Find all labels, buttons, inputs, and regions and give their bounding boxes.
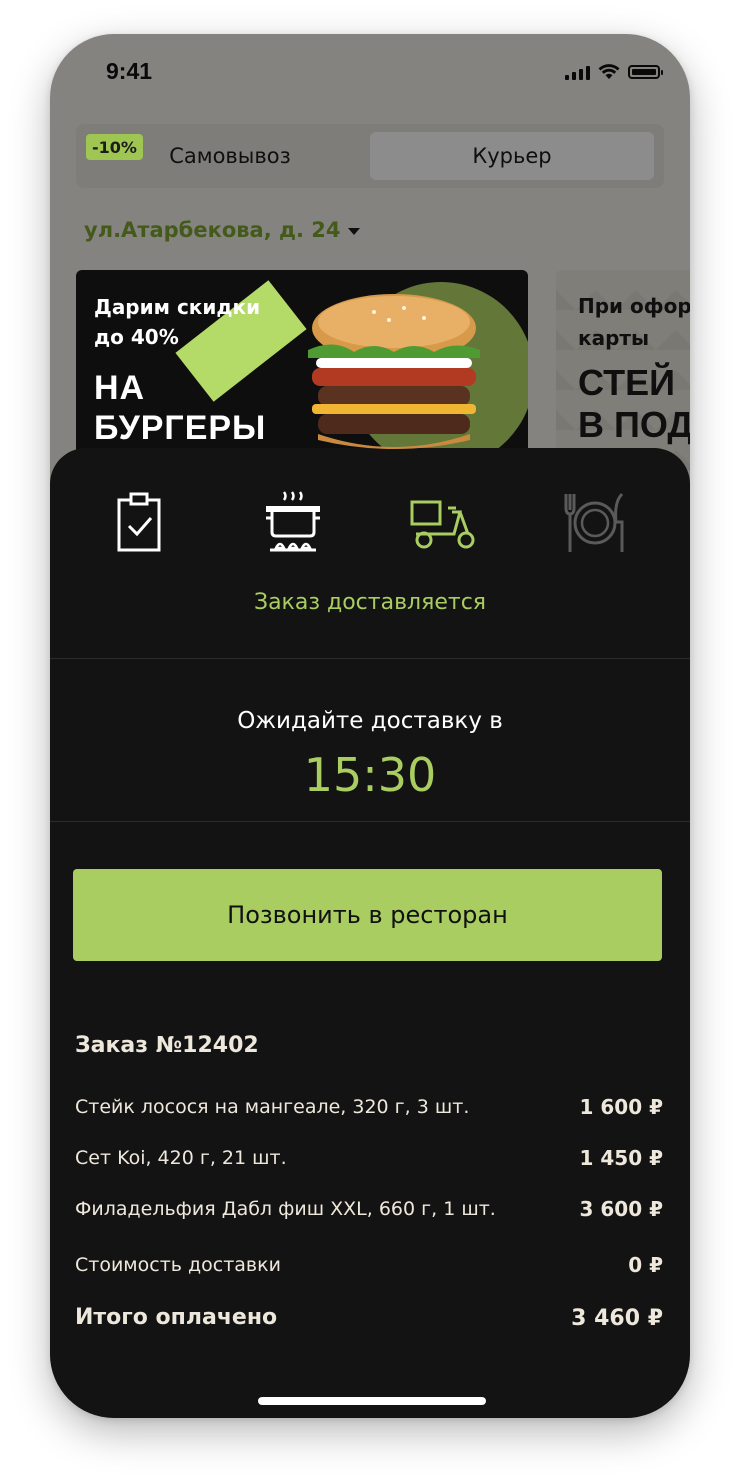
delivery-cost-row: Стоимость доставки 0 ₽ bbox=[75, 1253, 663, 1277]
total-value: 3 460 ₽ bbox=[571, 1306, 663, 1331]
order-item-name: Стейк лосося на мангеале, 320 г, 3 шт. bbox=[75, 1096, 470, 1118]
order-item-price: 1 450 ₽ bbox=[579, 1146, 663, 1170]
clipboard-check-icon bbox=[117, 492, 161, 552]
order-progress-steps bbox=[50, 488, 690, 558]
plate-cutlery-icon bbox=[564, 492, 624, 552]
call-restaurant-button[interactable]: Позвонить в ресторан bbox=[73, 869, 662, 961]
order-item-row: Филадельфия Дабл фиш XXL, 660 г, 1 шт. 3… bbox=[75, 1197, 663, 1221]
promo-title-line1: НА bbox=[94, 369, 146, 407]
promo-subtitle-line1: Дарим скидки bbox=[94, 295, 261, 319]
promo-title-line2: БУРГЕРЫ bbox=[94, 409, 267, 447]
eta-time: 15:30 bbox=[303, 748, 437, 802]
promo-subtitle-line2: до 40% bbox=[94, 325, 179, 349]
delivery-cost-label: Стоимость доставки bbox=[75, 1254, 281, 1276]
total-label: Итого оплачено bbox=[75, 1305, 278, 1330]
delivery-scooter-icon bbox=[410, 500, 475, 549]
order-status-sheet: Заказ доставляется Ожидайте доставку в 1… bbox=[50, 448, 690, 1418]
order-item-price: 1 600 ₽ bbox=[579, 1095, 663, 1119]
order-item-name: Сет Koi, 420 г, 21 шт. bbox=[75, 1147, 287, 1169]
phone-screen: 9:41 -10% Самовывоз Курьер ул.Атарбекова… bbox=[50, 34, 690, 1418]
cooking-pot-icon bbox=[266, 491, 320, 552]
divider-bottom bbox=[50, 821, 690, 822]
order-item-row: Сет Koi, 420 г, 21 шт. 1 450 ₽ bbox=[75, 1146, 663, 1170]
order-item-name: Филадельфия Дабл фиш XXL, 660 г, 1 шт. bbox=[75, 1198, 496, 1220]
divider-top bbox=[50, 658, 690, 659]
order-item-price: 3 600 ₽ bbox=[579, 1197, 663, 1221]
total-row: Итого оплачено 3 460 ₽ bbox=[75, 1305, 663, 1332]
eta-label: Ожидайте доставку в bbox=[237, 708, 503, 734]
order-number-title: Заказ №12402 bbox=[75, 1033, 259, 1058]
home-indicator[interactable] bbox=[258, 1397, 486, 1405]
promo-subtitle: Дарим скидки до 40% bbox=[94, 292, 260, 352]
delivery-cost-value: 0 ₽ bbox=[628, 1253, 663, 1277]
order-status-text: Заказ доставляется bbox=[253, 590, 487, 615]
promo-banner-burgers[interactable]: Дарим скидки до 40% НА БУРГЕРЫ bbox=[76, 270, 528, 470]
discount-badge: -10% bbox=[86, 134, 143, 160]
order-item-row: Стейк лосося на мангеале, 320 г, 3 шт. 1… bbox=[75, 1095, 663, 1119]
promo-title: НА БУРГЕРЫ bbox=[94, 368, 266, 448]
burger-image bbox=[308, 294, 480, 449]
